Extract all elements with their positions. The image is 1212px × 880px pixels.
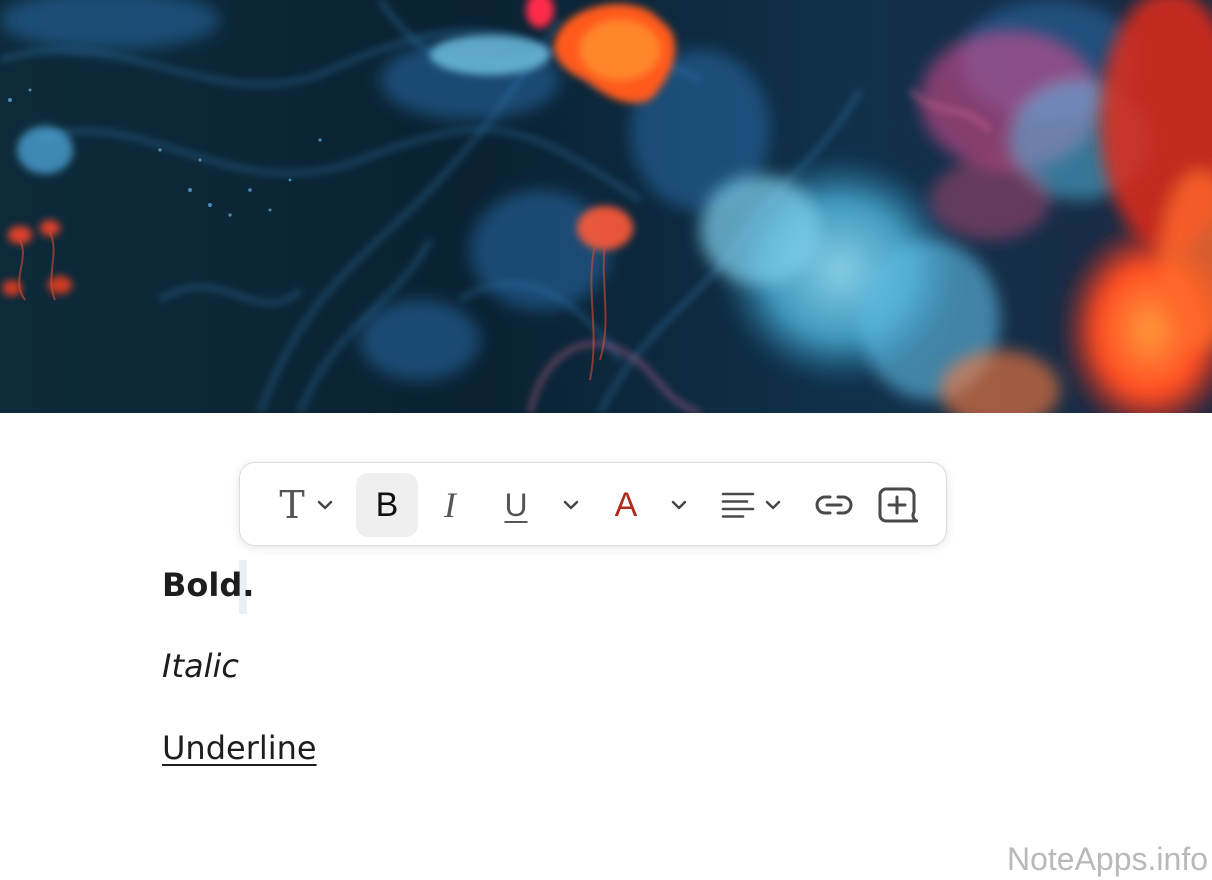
text-color-options-button[interactable] bbox=[660, 473, 698, 537]
underline-button[interactable]: U bbox=[490, 473, 542, 537]
chevron-down-icon bbox=[765, 500, 781, 510]
bold-icon: B bbox=[375, 486, 399, 524]
link-button[interactable] bbox=[806, 473, 862, 537]
chevron-down-icon bbox=[671, 500, 687, 510]
formatting-toolbar: T B I U A bbox=[239, 462, 947, 546]
cover-image[interactable] bbox=[0, 0, 1212, 413]
underline-text-line[interactable]: Underline bbox=[162, 729, 317, 767]
chevron-down-icon bbox=[563, 500, 579, 510]
note-page: T B I U A Bold. Italic Underline NoteApp… bbox=[0, 0, 1212, 880]
align-button[interactable] bbox=[710, 473, 794, 537]
text-color-icon: A bbox=[614, 486, 638, 524]
underline-options-button[interactable] bbox=[552, 473, 590, 537]
text-style-icon: T bbox=[279, 483, 305, 527]
add-comment-button[interactable] bbox=[870, 473, 926, 537]
italic-icon: I bbox=[444, 485, 456, 525]
chevron-down-icon bbox=[317, 500, 332, 510]
link-icon bbox=[815, 495, 853, 515]
text-color-button[interactable]: A bbox=[600, 473, 652, 537]
italic-text-line[interactable]: Italic bbox=[162, 647, 239, 685]
add-comment-icon bbox=[878, 487, 918, 523]
underline-icon: U bbox=[504, 487, 528, 523]
bold-button[interactable]: B bbox=[356, 473, 418, 537]
text-style-button[interactable]: T bbox=[268, 473, 346, 537]
italic-button[interactable]: I bbox=[424, 473, 476, 537]
bold-text-line[interactable]: Bold. bbox=[162, 566, 254, 604]
watermark: NoteApps.info bbox=[1006, 841, 1208, 877]
align-left-icon bbox=[721, 492, 755, 518]
